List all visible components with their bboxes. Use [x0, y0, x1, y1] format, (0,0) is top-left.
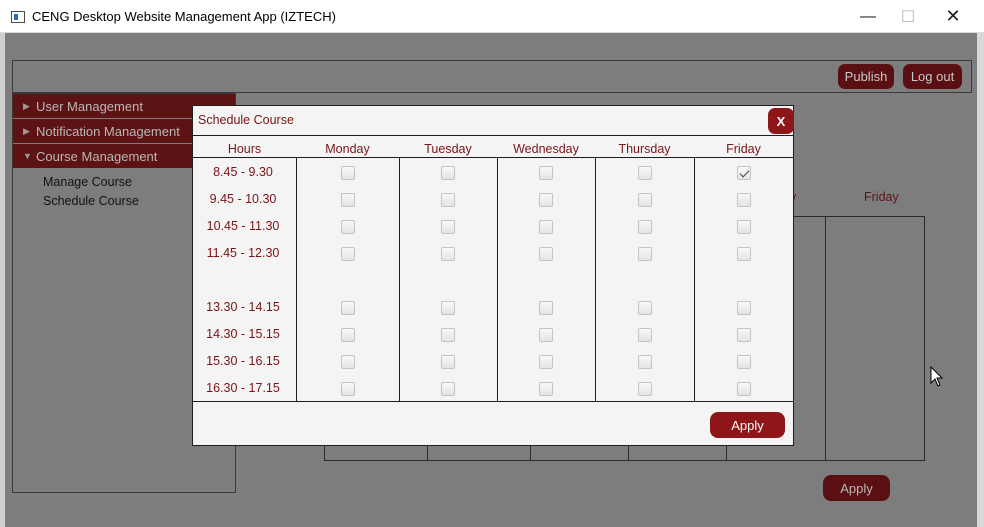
- schedule-checkbox-monday[interactable]: [341, 301, 355, 315]
- sidebar-subitem-schedule-course[interactable]: Schedule Course: [43, 194, 139, 208]
- hour-label: 14.30 - 15.15: [206, 327, 280, 341]
- schedule-checkbox-friday[interactable]: [737, 193, 751, 207]
- grid-column-divider: [497, 157, 498, 402]
- schedule-checkbox-thursday[interactable]: [638, 220, 652, 234]
- schedule-checkbox-wednesday[interactable]: [539, 382, 553, 396]
- app-icon: [11, 11, 25, 23]
- schedule-checkbox-tuesday[interactable]: [441, 193, 455, 207]
- schedule-checkbox-tuesday[interactable]: [441, 355, 455, 369]
- column-header-thursday: Thursday: [618, 142, 671, 156]
- schedule-checkbox-thursday[interactable]: [638, 193, 652, 207]
- schedule-checkbox-monday[interactable]: [341, 193, 355, 207]
- schedule-checkbox-friday[interactable]: [737, 328, 751, 342]
- apply-button[interactable]: Apply: [710, 412, 785, 438]
- schedule-checkbox-monday[interactable]: [341, 328, 355, 342]
- maximize-button[interactable]: ☐: [885, 0, 931, 33]
- sidebar-item-label: Course Management: [36, 148, 158, 164]
- schedule-checkbox-friday[interactable]: [737, 166, 751, 180]
- schedule-checkbox-thursday[interactable]: [638, 355, 652, 369]
- schedule-checkbox-tuesday[interactable]: [441, 220, 455, 234]
- sidebar-item-label: Notification Management: [36, 123, 180, 139]
- schedule-checkbox-wednesday[interactable]: [539, 166, 553, 180]
- grid-column-divider: [399, 157, 400, 402]
- schedule-checkbox-wednesday[interactable]: [539, 247, 553, 261]
- schedule-checkbox-wednesday[interactable]: [539, 301, 553, 315]
- background-apply-button[interactable]: Apply: [823, 475, 890, 501]
- column-header-hours: Hours: [227, 142, 262, 156]
- collapse-arrow-icon: ▼: [23, 151, 32, 161]
- column-header-wednesday: Wednesday: [513, 142, 579, 156]
- logout-button[interactable]: Log out: [903, 64, 962, 89]
- schedule-checkbox-monday[interactable]: [341, 355, 355, 369]
- mouse-cursor-icon: [930, 366, 944, 387]
- schedule-checkbox-monday[interactable]: [341, 247, 355, 261]
- dialog-title: Schedule Course: [198, 113, 294, 127]
- schedule-checkbox-monday[interactable]: [341, 382, 355, 396]
- dialog-close-button[interactable]: X: [768, 108, 794, 134]
- schedule-checkbox-thursday[interactable]: [638, 382, 652, 396]
- hour-label: 8.45 - 9.30: [213, 165, 273, 179]
- background-column-header-friday: Friday: [864, 190, 899, 204]
- sidebar-subitem-manage-course[interactable]: Manage Course: [43, 175, 132, 189]
- top-toolbar: [12, 60, 972, 93]
- grid-column-divider: [694, 157, 695, 402]
- schedule-checkbox-thursday[interactable]: [638, 247, 652, 261]
- column-header-tuesday: Tuesday: [424, 142, 472, 156]
- hour-label: 9.45 - 10.30: [209, 192, 277, 206]
- schedule-checkbox-tuesday[interactable]: [441, 301, 455, 315]
- schedule-checkbox-wednesday[interactable]: [539, 193, 553, 207]
- schedule-checkbox-thursday[interactable]: [638, 166, 652, 180]
- schedule-checkbox-friday[interactable]: [737, 301, 751, 315]
- hour-label: 16.30 - 17.15: [206, 381, 280, 395]
- schedule-checkbox-friday[interactable]: [737, 247, 751, 261]
- hour-label: 15.30 - 16.15: [206, 354, 280, 368]
- schedule-checkbox-friday[interactable]: [737, 355, 751, 369]
- grid-column-divider: [296, 157, 297, 402]
- window-titlebar: CENG Desktop Website Management App (IZT…: [0, 0, 984, 33]
- schedule-checkbox-wednesday[interactable]: [539, 220, 553, 234]
- hour-label: 11.45 - 12.30: [206, 246, 280, 260]
- publish-button[interactable]: Publish: [838, 64, 894, 89]
- schedule-checkbox-wednesday[interactable]: [539, 355, 553, 369]
- schedule-checkbox-thursday[interactable]: [638, 301, 652, 315]
- schedule-checkbox-wednesday[interactable]: [539, 328, 553, 342]
- background-grid-line: [825, 216, 826, 461]
- right-window-edge: [977, 33, 984, 527]
- schedule-checkbox-monday[interactable]: [341, 220, 355, 234]
- column-header-friday: Friday: [726, 142, 761, 156]
- window-title: CENG Desktop Website Management App (IZT…: [32, 9, 336, 24]
- schedule-checkbox-friday[interactable]: [737, 220, 751, 234]
- dialog-header-divider: [193, 135, 793, 136]
- hour-label: 10.45 - 11.30: [206, 219, 280, 233]
- expand-arrow-icon: ▶: [23, 126, 30, 136]
- schedule-checkbox-thursday[interactable]: [638, 328, 652, 342]
- hour-label: 13.30 - 14.15: [206, 300, 280, 314]
- schedule-checkbox-tuesday[interactable]: [441, 247, 455, 261]
- sidebar-item-label: User Management: [36, 98, 143, 114]
- schedule-course-dialog: Schedule Course X Hours Monday Tuesday Wedn…: [192, 105, 794, 446]
- schedule-checkbox-tuesday[interactable]: [441, 166, 455, 180]
- schedule-checkbox-tuesday[interactable]: [441, 382, 455, 396]
- schedule-checkbox-tuesday[interactable]: [441, 328, 455, 342]
- expand-arrow-icon: ▶: [23, 101, 30, 111]
- schedule-checkbox-friday[interactable]: [737, 382, 751, 396]
- grid-column-divider: [595, 157, 596, 402]
- column-header-monday: Monday: [325, 142, 370, 156]
- close-window-button[interactable]: ✕: [930, 0, 976, 33]
- schedule-checkbox-monday[interactable]: [341, 166, 355, 180]
